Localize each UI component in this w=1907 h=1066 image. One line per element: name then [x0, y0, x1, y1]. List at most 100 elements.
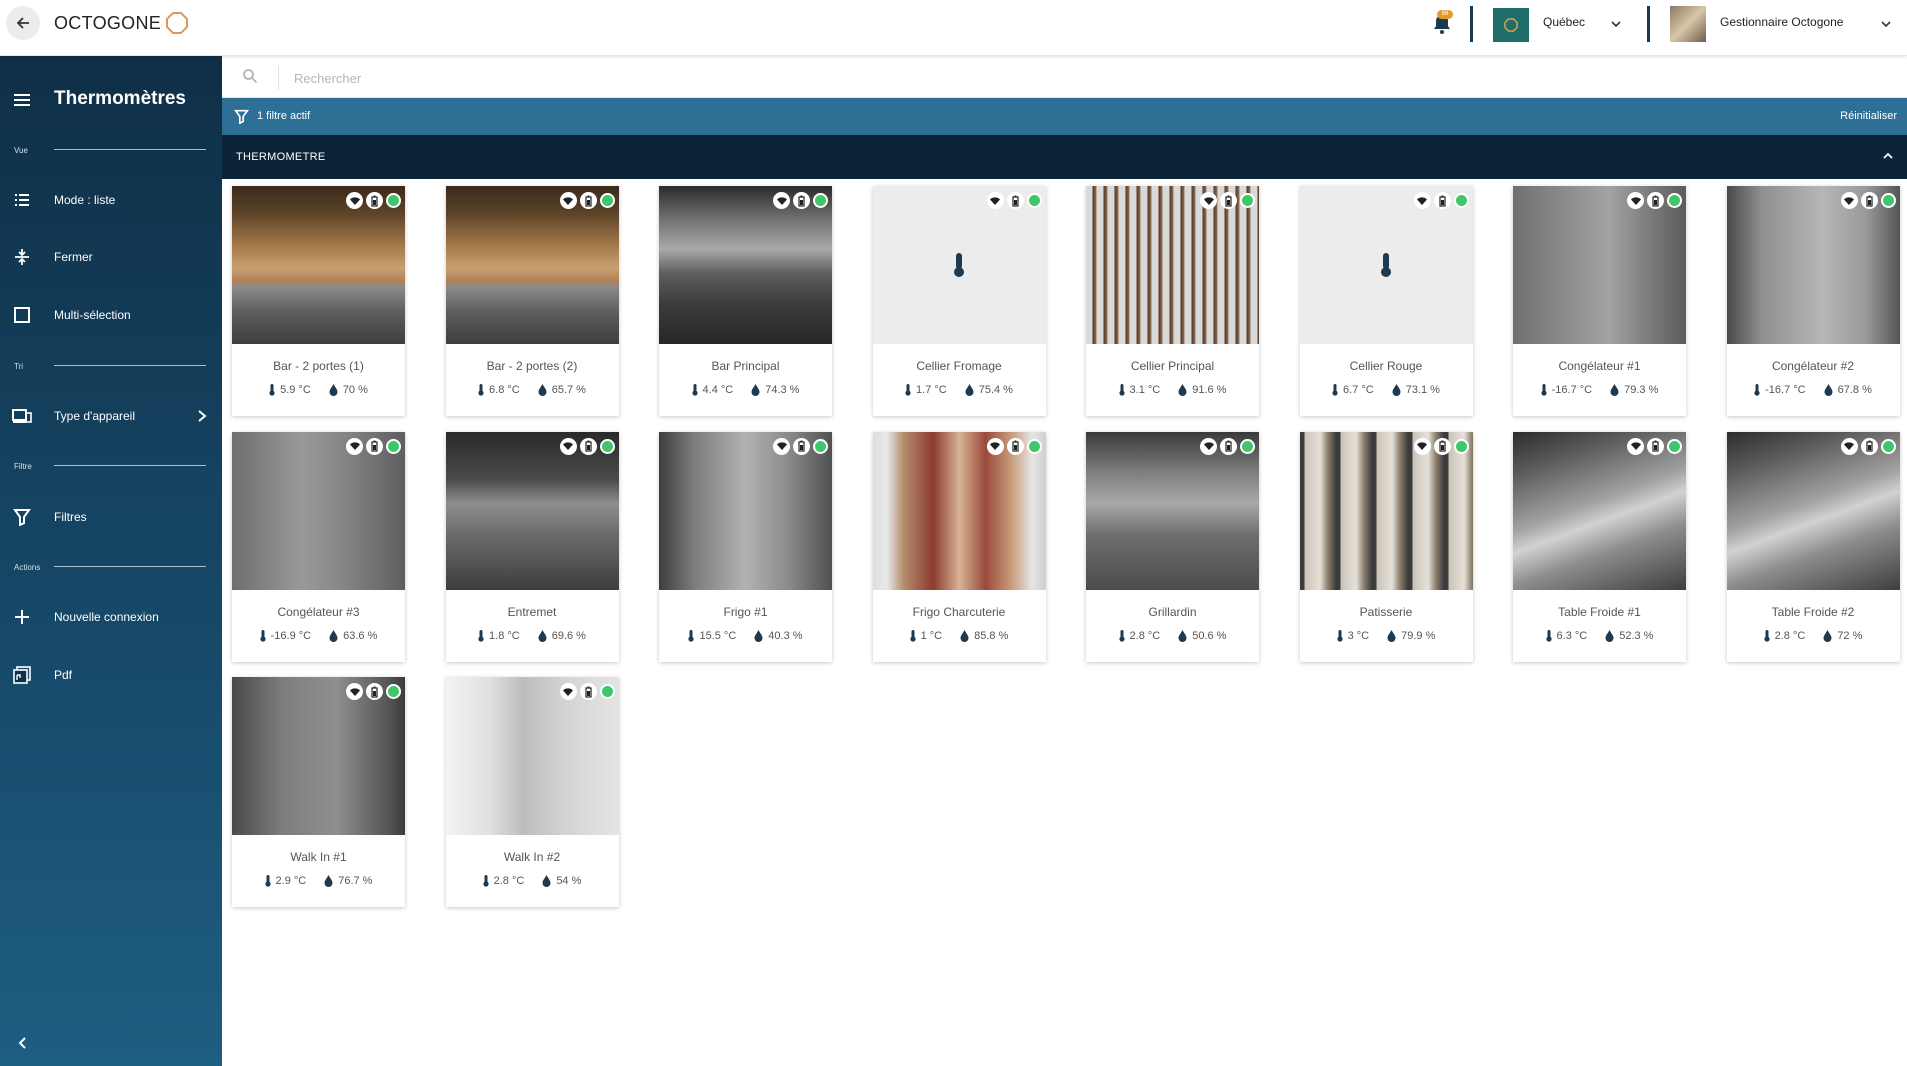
- device-card[interactable]: Congélateur #3 -16.9 °C 63.6 %: [232, 431, 405, 662]
- reset-button[interactable]: Réinitialiser: [1840, 110, 1897, 122]
- device-readings: 1 °C 85.8 %: [873, 629, 1046, 642]
- device-card[interactable]: Bar Principal 4.4 °C 74.3 %: [659, 186, 832, 416]
- device-readings: -16.9 °C 63.6 %: [232, 629, 405, 642]
- status-icons: [559, 683, 615, 700]
- menu-icon[interactable]: [12, 90, 32, 110]
- temperature-value: -16.7 °C: [1551, 384, 1593, 396]
- device-card[interactable]: Entremet 1.8 °C 69.6 %: [445, 431, 619, 662]
- sidebar-item-filtres[interactable]: Filtres: [0, 499, 222, 535]
- humidity-icon: [1178, 384, 1187, 396]
- battery-icon: [1433, 437, 1451, 455]
- page-title: Thermomètres: [54, 88, 186, 109]
- humidity-icon: [1824, 384, 1833, 396]
- thermometer-icon: [483, 875, 489, 887]
- section-label-vue: Vue: [14, 146, 28, 155]
- humidity-value: 73.1 %: [1405, 384, 1440, 396]
- sidebar-item-label: Multi-sélection: [54, 308, 131, 322]
- battery-icon: [579, 192, 597, 209]
- app-logo[interactable]: OCTOGONE: [54, 11, 189, 35]
- chevron-left-icon[interactable]: [14, 1034, 32, 1052]
- humidity-icon: [324, 875, 333, 887]
- sidebar-item-type-appareil[interactable]: Type d'appareil: [0, 398, 222, 434]
- device-photo-placeholder: [1299, 186, 1473, 344]
- humidity-icon: [1610, 384, 1619, 396]
- device-card[interactable]: Congélateur #2 -16.7 °C 67.8 %: [1726, 186, 1900, 416]
- device-card[interactable]: Walk In #2 2.8 °C 54 %: [445, 677, 619, 907]
- thermometer-icon: [269, 384, 275, 396]
- arrow-left-icon: [16, 17, 29, 29]
- thermometer-icon: [688, 629, 695, 642]
- wifi-icon: [346, 683, 363, 700]
- temperature-value: 4.4 °C: [702, 384, 734, 396]
- chevron-down-icon[interactable]: [1879, 17, 1893, 31]
- humidity-value: 85.8 %: [974, 629, 1009, 642]
- status-icons: [346, 683, 401, 700]
- device-card[interactable]: Cellier Rouge 6.7 °C 73.1 %: [1299, 186, 1473, 416]
- location-label[interactable]: Québec: [1543, 15, 1585, 29]
- wifi-icon: [1627, 192, 1644, 209]
- sidebar-item-label: Pdf: [54, 668, 73, 682]
- device-card[interactable]: Walk In #1 2.9 °C 76.7 %: [232, 677, 405, 907]
- battery-icon: [793, 437, 810, 455]
- online-status-icon: [813, 193, 828, 208]
- temperature-value: 2.8 °C: [1129, 629, 1161, 642]
- device-card[interactable]: Table Froide #1 6.3 °C 52.3 %: [1513, 431, 1686, 662]
- online-status-icon: [1453, 193, 1469, 208]
- humidity-value: 72 %: [1837, 629, 1863, 642]
- device-name: Cellier Rouge: [1349, 359, 1423, 373]
- sidebar-item-pdf[interactable]: Pdf: [0, 657, 222, 693]
- chevron-up-icon[interactable]: [1881, 149, 1895, 163]
- device-card[interactable]: Cellier Principal 3.1 °C 91.6 %: [1086, 186, 1259, 416]
- sidebar-item-fermer[interactable]: Fermer: [0, 239, 222, 275]
- filter-bar: 1 filtre actif Réinitialiser: [222, 98, 1907, 135]
- humidity-icon: [1392, 384, 1401, 396]
- status-icons: [773, 437, 828, 455]
- device-card[interactable]: Table Froide #2 2.8 °C 72 %: [1726, 431, 1900, 662]
- humidity-value: 69.6 %: [551, 629, 586, 642]
- group-header[interactable]: THERMOMETRE: [222, 135, 1907, 179]
- device-photo: [872, 431, 1046, 590]
- status-icons: [1413, 192, 1469, 209]
- temperature-value: 6.3 °C: [1556, 629, 1588, 642]
- humidity-value: 67.8 %: [1837, 384, 1872, 396]
- wifi-icon: [1200, 192, 1217, 209]
- device-readings: 3 °C 79.9 %: [1300, 629, 1473, 642]
- online-status-icon: [1240, 438, 1255, 454]
- device-name: Walk In #1: [290, 850, 347, 864]
- sidebar-item-nouvelle-connexion[interactable]: Nouvelle connexion: [0, 599, 222, 635]
- location-icon[interactable]: [1493, 8, 1529, 42]
- device-photo: [1086, 186, 1259, 344]
- thermometer-icon: [478, 384, 484, 396]
- humidity-value: 70 %: [342, 384, 368, 396]
- humidity-value: 79.9 %: [1401, 629, 1436, 642]
- device-card[interactable]: Frigo Charcuterie 1 °C 85.8 %: [872, 431, 1046, 662]
- device-card[interactable]: Bar - 2 portes (1) 5.9 °C 70 %: [232, 186, 405, 416]
- back-button[interactable]: [6, 6, 40, 40]
- device-readings: -16.7 °C 67.8 %: [1727, 384, 1900, 396]
- humidity-icon: [329, 384, 338, 396]
- user-name[interactable]: Gestionnaire Octogone: [1720, 15, 1843, 29]
- wifi-icon: [1413, 437, 1431, 455]
- thermometer-icon: [264, 875, 271, 887]
- device-card[interactable]: Bar - 2 portes (2) 6.8 °C 65.7 %: [445, 186, 619, 416]
- device-card[interactable]: Frigo #1 15.5 °C 40.3 %: [659, 431, 832, 662]
- thermometer-icon: [260, 629, 266, 642]
- status-icons: [559, 192, 615, 209]
- status-icons: [1413, 437, 1469, 455]
- search-input[interactable]: [294, 66, 1794, 90]
- avatar[interactable]: [1670, 6, 1706, 42]
- sidebar-item-mode[interactable]: Mode : liste: [0, 182, 222, 218]
- sidebar-item-multi-selection[interactable]: Multi-sélection: [0, 297, 222, 333]
- device-grid: Bar - 2 portes (1) 5.9 °C 70 % Bar - 2 port…: [232, 186, 1902, 907]
- battery-icon: [1860, 437, 1878, 455]
- online-status-icon: [1880, 193, 1896, 208]
- device-card[interactable]: Patisserie 3 °C 79.9 %: [1299, 431, 1473, 662]
- humidity-value: 52.3 %: [1619, 629, 1654, 642]
- chevron-down-icon[interactable]: [1609, 17, 1623, 31]
- device-card[interactable]: Congélateur #1 -16.7 °C 79.3 %: [1513, 186, 1686, 416]
- active-filters-text: 1 filtre actif: [257, 110, 311, 122]
- device-card[interactable]: Cellier Fromage 1.7 °C 75.4 %: [872, 186, 1046, 416]
- device-card[interactable]: Grillardin 2.8 °C 50.6 %: [1086, 431, 1259, 662]
- device-name: Frigo Charcuterie: [912, 604, 1006, 619]
- status-icons: [1627, 437, 1682, 455]
